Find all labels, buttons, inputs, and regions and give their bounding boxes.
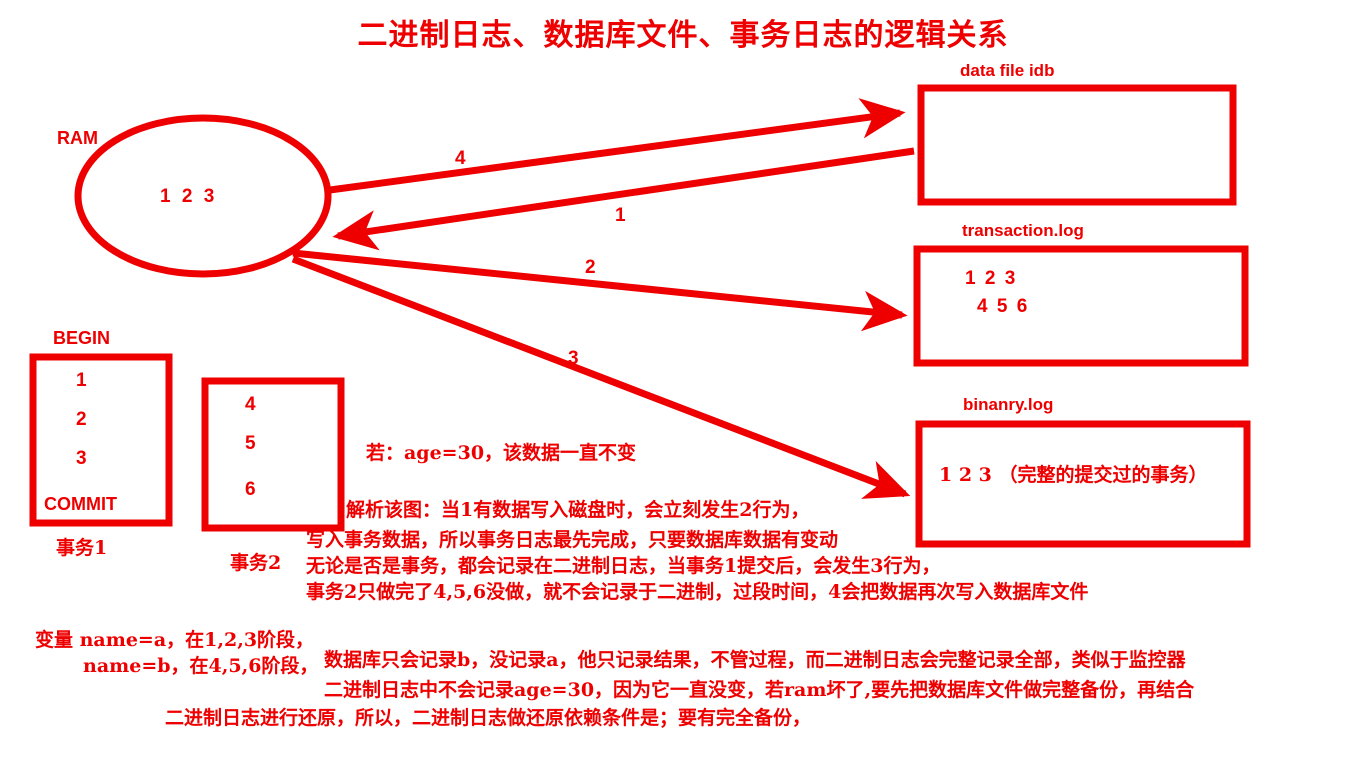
- bottom-line-1: 数据库只会记录b，没记录a，他只记录结果，不管过程，而二进制日志会完整记录全部，…: [324, 649, 1186, 671]
- transaction-log-line-2: 4 5 6: [977, 296, 1030, 317]
- data-file-box: [917, 84, 1237, 206]
- transaction-1-caption: 事务1: [56, 537, 108, 559]
- bottom-var-line-2: name=b，在4,5,6阶段，: [83, 655, 319, 677]
- arrow-label-1: 1: [615, 205, 626, 226]
- transaction-log-box: [913, 245, 1249, 367]
- binary-log-content: 1 2 3 （完整的提交过的事务）: [939, 464, 1208, 486]
- arrow-4-line: [329, 98, 906, 194]
- arrow-label-3: 3: [568, 348, 579, 369]
- note-explain-line-1: 解析该图：当1有数据写入磁盘时，会立刻发生2行为，: [346, 499, 810, 521]
- arrow-2-line: [292, 249, 908, 332]
- transaction-log-caption: transaction.log: [962, 221, 1084, 240]
- ram-label: RAM: [57, 128, 98, 148]
- page-title: 二进制日志、数据库文件、事务日志的逻辑关系: [357, 18, 1009, 53]
- arrow-1-line: [332, 147, 915, 251]
- diagram-canvas: 二进制日志、数据库文件、事务日志的逻辑关系 RAM 1 2 3 data fil…: [0, 0, 1366, 768]
- transaction-1-commit: COMMIT: [44, 494, 117, 514]
- note-explain-line-3: 无论是否是事务，都会记录在二进制日志，当事务1提交后，会发生3行为，: [306, 555, 941, 577]
- data-file-caption: data file idb: [960, 61, 1055, 80]
- transaction-2-caption: 事务2: [230, 552, 282, 574]
- note-age: 若：age=30，该数据一直不变: [366, 442, 637, 464]
- ram-content: 1 2 3: [160, 186, 218, 207]
- transaction-2-box: [201, 377, 345, 532]
- bottom-var-line-1: 变量 name=a，在1,2,3阶段，: [35, 629, 315, 651]
- bottom-line-2: 二进制日志中不会记录age=30，因为它一直没变，若ram坏了,要先把数据库文件…: [324, 679, 1195, 701]
- transaction-2-item-2: 5: [245, 433, 256, 454]
- transaction-2-item-1: 4: [245, 394, 256, 415]
- transaction-2-item-3: 6: [245, 479, 256, 500]
- note-explain-line-4: 事务2只做完了4,5,6没做，就不会记录于二进制，过段时间，4会把数据再次写入数…: [306, 581, 1089, 603]
- transaction-1-begin: BEGIN: [53, 328, 111, 348]
- transaction-log-line-1: 1 2 3: [965, 268, 1018, 289]
- transaction-1-item-2: 2: [76, 409, 87, 430]
- transaction-1-item-1: 1: [76, 370, 87, 391]
- binary-log-caption: binanry.log: [963, 395, 1054, 414]
- arrow-label-2: 2: [585, 257, 596, 278]
- note-explain-line-2: 写入事务数据，所以事务日志最先完成，只要数据库数据有变动: [306, 529, 839, 551]
- bottom-line-3: 二进制日志进行还原，所以，二进制日志做还原依赖条件是；要有完全备份，: [165, 707, 812, 729]
- transaction-1-item-3: 3: [76, 448, 87, 469]
- arrow-label-4: 4: [455, 148, 466, 169]
